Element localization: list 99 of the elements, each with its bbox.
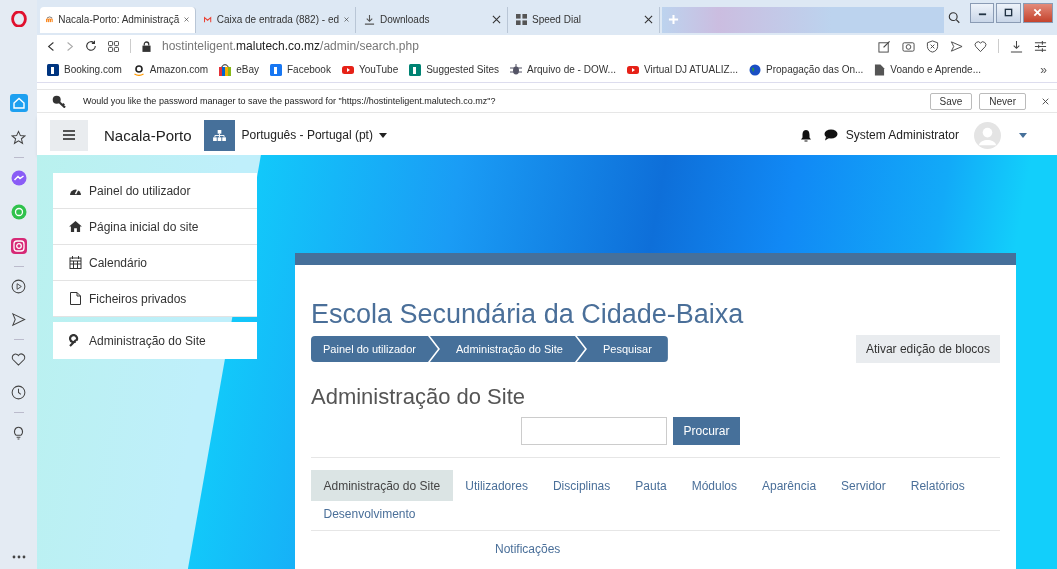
edit-icon[interactable] [878,39,891,53]
caret-icon[interactable] [1019,132,1027,138]
bookmark-link[interactable]: eBay [219,63,259,76]
bookmark-link[interactable]: YouTube [341,63,399,76]
plus-icon [668,14,679,25]
globe-icon [749,63,762,76]
send-icon[interactable] [11,312,26,327]
heart-icon[interactable] [11,352,26,367]
square-logo-icon [409,63,422,76]
tab[interactable]: Pauta [622,470,680,501]
tab[interactable]: Aparência [749,470,829,501]
breadcrumb-link[interactable]: Pesquisar [576,336,668,362]
bookmark-link[interactable]: Arquivo de - DOW... [510,63,616,76]
tab[interactable]: Relatórios [898,470,978,501]
messenger-icon[interactable] [10,170,27,186]
square-logo-icon [269,63,282,76]
breadcrumb-link[interactable]: Administração do Site [429,336,585,362]
password-prompt-text: Would you like the password manager to save the password for "https://hostinteligent.malutech.co.mz"? [83,96,496,106]
bookmark-link[interactable]: Voando e Aprende... [874,63,981,76]
mortarboard-icon [46,14,54,25]
sitemap-icon [212,129,226,141]
close-window-button[interactable] [1022,2,1053,23]
clock-icon[interactable] [11,385,26,400]
play-logo-icon [626,63,639,76]
sitemap-button[interactable] [203,119,235,151]
browser-tab[interactable]: Downloads [358,6,508,33]
tab[interactable]: Administração do Site [311,470,453,501]
page-heading: Administração do Site [311,383,526,411]
breadcrumb-link[interactable]: Painel do utilizador [311,336,438,362]
chat-icon[interactable] [823,129,838,141]
send-icon[interactable] [950,39,963,53]
bug-icon [510,63,522,76]
instagram-icon[interactable] [10,238,27,254]
browser-tab[interactable]: Caixa de entrada (882) - ed [198,6,356,33]
close-icon[interactable] [492,15,501,24]
download-icon [364,14,375,25]
tab[interactable]: Servidor [828,470,899,501]
more-bookmarks-button[interactable]: » [1040,62,1047,77]
menu-button[interactable] [50,119,88,151]
address-field[interactable]: hostinteligent.malutech.co.mz/admin/search.php [162,39,419,53]
tab[interactable]: Disciplinas [540,470,623,501]
bookmark-link[interactable]: Virtual DJ ATUALIZ... [626,63,739,76]
download-icon[interactable] [1010,39,1023,53]
admin-link[interactable]: Notificações [495,542,561,556]
maximize-icon [1004,8,1014,17]
heart-icon[interactable] [974,39,987,53]
close-icon [1033,8,1043,17]
smile-logo-icon [132,63,145,76]
lock-icon[interactable] [142,40,151,52]
search-button[interactable]: Procurar [673,417,740,445]
star-icon[interactable] [11,130,26,145]
grid-icon[interactable] [108,40,119,52]
reload-icon[interactable] [85,40,97,52]
close-icon[interactable] [1042,97,1049,105]
settings-sliders-icon[interactable] [1034,39,1047,53]
bookmark-link[interactable]: Booking.com [47,63,122,76]
shopping-bag-icon [219,63,232,76]
bookmark-link[interactable]: Propagação das On... [749,63,864,76]
search-icon[interactable] [947,11,960,24]
home-icon [69,221,82,232]
minimize-button[interactable] [969,2,995,23]
key-icon [52,94,67,108]
home-icon[interactable] [9,94,28,112]
tab[interactable]: Desenvolvimento [311,501,429,527]
mail-icon [204,14,212,25]
maximize-button[interactable] [996,2,1021,23]
bell-icon[interactable] [799,128,812,142]
lightbulb-icon[interactable] [11,425,26,440]
browser-tab[interactable]: Nacala-Porto: Administraçã [40,6,197,33]
prompt-button[interactable]: Save [929,92,973,110]
more-icon[interactable] [11,555,26,559]
play-logo-icon [341,63,354,76]
camera-icon[interactable] [902,39,915,53]
bookmark-link[interactable]: Facebook [269,63,331,76]
play-circle-icon[interactable] [11,279,26,294]
nav-item[interactable]: Administração do Site [53,322,257,359]
document-icon [874,63,886,76]
edit-blocks-button[interactable]: Ativar edição de blocos [855,335,1000,363]
browser-tab[interactable]: Speed Dial [510,6,660,33]
bookmark-link[interactable]: Amazon.com [132,63,209,76]
grid-icon [516,14,527,25]
user-name[interactable]: System Administrator [845,128,959,142]
caret-icon [378,132,387,138]
opera-logo-icon[interactable] [10,11,27,27]
shield-icon[interactable] [926,39,939,53]
file-icon [69,292,82,305]
tab[interactable]: Utilizadores [452,470,541,501]
site-name-link[interactable]: Nacala-Porto [104,126,192,144]
language-menu[interactable]: Português - Portugal (pt) [241,128,387,142]
search-field[interactable] [521,417,668,445]
back-icon[interactable] [47,40,55,52]
prompt-button[interactable]: Never [979,92,1026,110]
bookmark-link[interactable]: Suggested Sites [409,63,499,76]
calendar-icon [69,256,82,269]
square-logo-icon [47,63,59,76]
course-title: Escola Secundária da Cidade-Baixa [311,298,745,331]
close-icon[interactable] [644,15,653,24]
menu-icon [63,130,75,140]
tab[interactable]: Módulos [679,470,750,501]
